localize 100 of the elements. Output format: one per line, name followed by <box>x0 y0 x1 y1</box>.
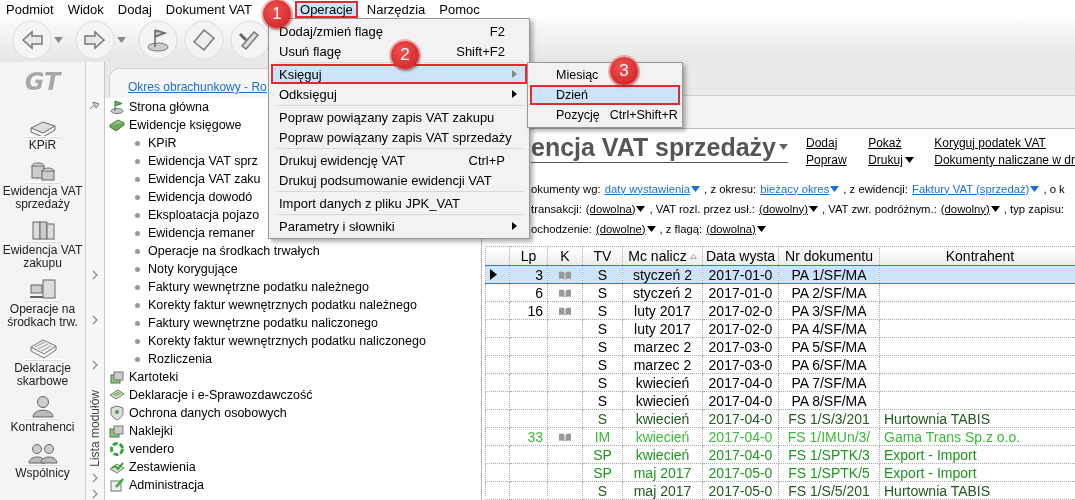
chevron-right-icon[interactable] <box>92 488 98 499</box>
menu-item[interactable]: Dzień <box>556 88 588 102</box>
eraser-icon[interactable] <box>184 20 224 60</box>
tree-item[interactable]: KPiR <box>148 136 177 150</box>
table-cell: 2017-03-0 <box>702 355 779 374</box>
menu-item[interactable]: Księguj <box>279 66 322 82</box>
filter-dropdown[interactable]: (dowolna) <box>585 202 646 215</box>
menu-bar-item[interactable]: Pomoc <box>434 0 485 18</box>
menu-bar-item[interactable]: Narzędzia <box>361 0 431 18</box>
tree-item[interactable]: Administracja <box>129 478 205 492</box>
action-link[interactable]: Koryguj podatek VAT <box>934 135 1046 150</box>
chevron-right-icon[interactable] <box>92 360 98 370</box>
table-cell: kwiecień <box>622 427 703 446</box>
tree-item[interactable]: Ewidencja dowodó <box>148 190 253 204</box>
arrow-right-icon[interactable] <box>75 20 115 60</box>
filter-link[interactable]: Faktury VAT (sprzedaż) <box>912 182 1040 195</box>
menu-bar-item[interactable]: Operacje <box>295 0 358 18</box>
pin-icon[interactable] <box>89 100 101 110</box>
module-button[interactable]: Ewidencja VAT zakupu <box>1 215 84 270</box>
filter-dropdown[interactable]: (dowolne) <box>595 222 656 235</box>
menu-item-highlight[interactable]: Księguj <box>271 64 527 84</box>
filter-link[interactable]: daty wystawienia <box>604 182 701 195</box>
module-button[interactable]: KPiR <box>1 110 84 152</box>
menu-bar-item[interactable]: Dodaj <box>112 0 157 18</box>
tree-item[interactable]: Eksploatacja pojazo <box>148 208 260 222</box>
column-header[interactable]: TV <box>582 246 623 266</box>
action-link[interactable]: Drukuj <box>868 152 914 167</box>
menu-item-highlight[interactable]: Dzień <box>530 85 680 105</box>
tree-item[interactable]: Korekty faktur wewnętrznych podatku naliczonego <box>148 334 426 348</box>
tree-item[interactable]: vendero <box>129 442 175 456</box>
caret-icon <box>1030 185 1040 192</box>
module-button[interactable]: Kontrahenci <box>1 392 84 434</box>
table-cell: S <box>582 337 623 356</box>
tree-item[interactable]: Zestawienia <box>129 460 196 474</box>
module-button[interactable]: Ewidencja VAT sprzedaży <box>1 156 84 211</box>
column-header[interactable]: Nr dokumentu <box>778 246 880 266</box>
menu-item[interactable]: Import danych z pliku JPK_VAT <box>279 195 460 211</box>
action-link[interactable]: Dodaj <box>806 135 838 150</box>
menu-item[interactable]: Parametry i słowniki <box>279 218 395 234</box>
menu-bar-item[interactable]: Podmiot <box>1 0 59 18</box>
tree-item[interactable]: Faktury wewnętrzne podatku naliczonego <box>148 316 378 330</box>
caret-icon <box>808 205 818 212</box>
filter-dropdown[interactable]: (dowolny) <box>758 202 818 215</box>
tree-item[interactable]: Faktury wewnętrzne podatku należnego <box>148 280 369 294</box>
period-link[interactable]: Okres obrachunkowy - Ro <box>128 80 267 94</box>
column-header[interactable]: K <box>547 246 583 266</box>
module-button[interactable]: Wspólnicy <box>1 438 84 480</box>
chevron-right-icon[interactable] <box>92 315 98 325</box>
ring-icon <box>109 441 125 457</box>
tree-item[interactable]: Strona główna <box>129 100 209 114</box>
menu-item[interactable]: Drukuj podsumowanie ewidencji VAT <box>279 172 492 188</box>
menu-bar-item[interactable]: Widok <box>62 0 109 18</box>
menu-item[interactable]: Popraw powiązany zapis VAT zakupu <box>279 109 495 125</box>
table-cell: 2017-04-0 <box>702 391 779 410</box>
action-link[interactable]: Dokumenty naliczane w dr <box>934 152 1075 167</box>
tree-item[interactable]: Rozliczenia <box>148 352 212 366</box>
menu-item[interactable]: Pozycję <box>556 108 600 122</box>
chevron-right-icon[interactable] <box>92 472 98 483</box>
tree-item[interactable]: Kartoteki <box>129 370 179 384</box>
panel-label[interactable]: Lista modułów <box>88 390 102 467</box>
arrow-left-icon[interactable] <box>12 20 52 60</box>
document-title[interactable]: encja VAT sprzedaży <box>531 132 776 162</box>
table-cell: kwiecień <box>622 445 703 464</box>
column-header[interactable]: Data wysta <box>702 246 779 266</box>
table-cell: 2017-05-0 <box>702 481 779 500</box>
column-header[interactable]: Kontrahent <box>879 246 1075 266</box>
flag-icon[interactable] <box>138 20 178 60</box>
menu-item[interactable]: Odksięguj <box>279 86 337 102</box>
action-link[interactable]: Popraw <box>806 152 847 167</box>
tree-item[interactable]: Deklaracje i e-Sprawozdawczość <box>129 388 313 402</box>
tree-item[interactable]: Korekty faktur wewnętrznych podatku należnego <box>148 298 417 312</box>
chevron-right-icon[interactable] <box>92 270 98 280</box>
menu-item[interactable]: Drukuj ewidencję VAT <box>279 152 405 168</box>
brush-icon[interactable] <box>230 20 270 60</box>
tree-item[interactable]: Noty korygujące <box>148 262 238 276</box>
menu-bar-item[interactable]: Dokument VAT <box>160 0 257 18</box>
tree-item[interactable]: Ewidencje księgowe <box>129 118 242 132</box>
module-button[interactable]: Operacje na środkach trw. <box>1 274 84 329</box>
folders-icon <box>109 369 125 385</box>
tree-item[interactable]: Operacje na środkach trwałych <box>148 244 320 258</box>
column-header[interactable]: Mc nalicz <box>622 246 703 266</box>
tree-item[interactable]: Ochrona danych osobowych <box>129 406 287 420</box>
table-cell: 2017-05-0 <box>702 463 779 482</box>
tree-item[interactable]: Ewidencja VAT sprz <box>148 154 258 168</box>
tree-item[interactable]: Ewidencja VAT zaku <box>148 172 261 186</box>
menu-item[interactable]: Usuń flagę <box>279 43 342 59</box>
tree-item[interactable]: Naklejki <box>129 424 173 438</box>
module-button[interactable]: Deklaracje skarbowe <box>1 333 84 388</box>
filter-dropdown[interactable]: (dowolny) <box>940 202 1000 215</box>
column-header[interactable]: Lp <box>509 246 548 266</box>
filter-dropdown[interactable]: (dowolna) <box>706 222 766 235</box>
menu-item[interactable]: Popraw powiązany zapis VAT sprzedaży <box>279 129 512 145</box>
action-link[interactable]: Pokaż <box>868 135 902 150</box>
logo: GT <box>24 68 61 96</box>
bullet-icon <box>135 266 140 272</box>
tree-item[interactable]: Ewidencja remaner <box>148 226 255 240</box>
filter-label: okumenty wg: <box>531 182 601 195</box>
filter-link[interactable]: bieżący okres <box>760 182 840 195</box>
menu-item[interactable]: Miesiąc <box>556 68 599 82</box>
table-cell: FS 1/SPTK/5 <box>778 463 880 482</box>
